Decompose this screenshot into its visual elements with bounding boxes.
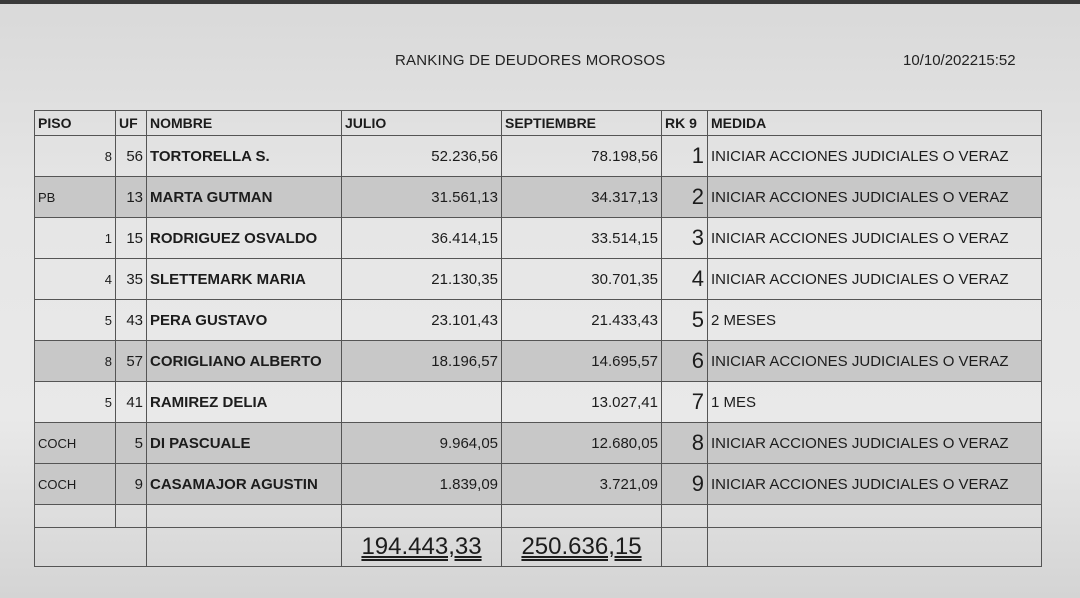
cell-rank: 6	[661, 340, 708, 382]
header-rk: RK 9	[661, 110, 708, 136]
cell-septiembre: 14.695,57	[501, 340, 662, 382]
empty-cell	[146, 527, 342, 567]
cell-uf: 15	[115, 217, 147, 259]
empty-row	[34, 504, 1042, 528]
table-row: COCH 5 DI PASCUALE 9.964,05 12.680,05 8 …	[34, 422, 1042, 464]
cell-septiembre: 78.198,56	[501, 135, 662, 177]
cell-piso: COCH	[34, 422, 116, 464]
cell-medida: INICIAR ACCIONES JUDICIALES O VERAZ	[707, 135, 1042, 177]
table-row: 8 56 TORTORELLA S. 52.236,56 78.198,56 1…	[34, 135, 1042, 177]
cell-piso: 5	[34, 299, 116, 341]
header-uf: UF	[115, 110, 147, 136]
cell-nombre: CORIGLIANO ALBERTO	[146, 340, 342, 382]
table-row: COCH 9 CASAMAJOR AGUSTIN 1.839,09 3.721,…	[34, 463, 1042, 505]
header-piso: PISO	[34, 110, 116, 136]
cell-julio: 21.130,35	[341, 258, 502, 300]
cell-medida: INICIAR ACCIONES JUDICIALES O VERAZ	[707, 422, 1042, 464]
cell-septiembre: 12.680,05	[501, 422, 662, 464]
cell-septiembre: 30.701,35	[501, 258, 662, 300]
cell-uf: 13	[115, 176, 147, 218]
cell-julio: 31.561,13	[341, 176, 502, 218]
cell-rank: 4	[661, 258, 708, 300]
empty-cell	[661, 504, 708, 528]
cell-julio: 18.196,57	[341, 340, 502, 382]
header-medida: MEDIDA	[707, 110, 1042, 136]
debtors-table: PISO UF NOMBRE JULIO SEPTIEMBRE RK 9 MED…	[34, 110, 1042, 567]
cell-nombre: CASAMAJOR AGUSTIN	[146, 463, 342, 505]
totals-row: 194.443,33 250.636,15	[34, 527, 1042, 567]
cell-nombre: DI PASCUALE	[146, 422, 342, 464]
cell-nombre: TORTORELLA S.	[146, 135, 342, 177]
cell-julio: 36.414,15	[341, 217, 502, 259]
cell-septiembre: 3.721,09	[501, 463, 662, 505]
cell-nombre: MARTA GUTMAN	[146, 176, 342, 218]
cell-septiembre: 34.317,13	[501, 176, 662, 218]
cell-uf: 56	[115, 135, 147, 177]
header-nombre: NOMBRE	[146, 110, 342, 136]
cell-rank: 2	[661, 176, 708, 218]
empty-cell	[707, 504, 1042, 528]
header-julio: JULIO	[341, 110, 502, 136]
empty-cell	[34, 504, 116, 528]
table-row: 8 57 CORIGLIANO ALBERTO 18.196,57 14.695…	[34, 340, 1042, 382]
table-row: 5 41 RAMIREZ DELIA 13.027,41 7 1 MES	[34, 381, 1042, 423]
cell-septiembre: 13.027,41	[501, 381, 662, 423]
cell-medida: INICIAR ACCIONES JUDICIALES O VERAZ	[707, 217, 1042, 259]
cell-medida: INICIAR ACCIONES JUDICIALES O VERAZ	[707, 176, 1042, 218]
report-title: RANKING DE DEUDORES MOROSOS	[395, 52, 666, 69]
cell-julio: 52.236,56	[341, 135, 502, 177]
empty-cell	[661, 527, 708, 567]
cell-uf: 5	[115, 422, 147, 464]
cell-piso: 1	[34, 217, 116, 259]
empty-cell	[146, 504, 342, 528]
photo-top-edge	[0, 0, 1080, 4]
cell-julio: 1.839,09	[341, 463, 502, 505]
cell-rank: 7	[661, 381, 708, 423]
cell-rank: 8	[661, 422, 708, 464]
total-julio: 194.443,33	[341, 527, 502, 567]
cell-nombre: RODRIGUEZ OSVALDO	[146, 217, 342, 259]
cell-uf: 41	[115, 381, 147, 423]
table-row: PB 13 MARTA GUTMAN 31.561,13 34.317,13 2…	[34, 176, 1042, 218]
cell-medida: INICIAR ACCIONES JUDICIALES O VERAZ	[707, 463, 1042, 505]
header-row: PISO UF NOMBRE JULIO SEPTIEMBRE RK 9 MED…	[34, 110, 1042, 136]
cell-rank: 5	[661, 299, 708, 341]
cell-piso: 8	[34, 340, 116, 382]
cell-nombre: RAMIREZ DELIA	[146, 381, 342, 423]
table-row: 4 35 SLETTEMARK MARIA 21.130,35 30.701,3…	[34, 258, 1042, 300]
cell-uf: 57	[115, 340, 147, 382]
report-timestamp: 10/10/202215:52	[903, 52, 1016, 69]
empty-cell	[501, 504, 662, 528]
cell-uf: 9	[115, 463, 147, 505]
cell-medida: INICIAR ACCIONES JUDICIALES O VERAZ	[707, 258, 1042, 300]
cell-medida: INICIAR ACCIONES JUDICIALES O VERAZ	[707, 340, 1042, 382]
cell-julio: 9.964,05	[341, 422, 502, 464]
empty-cell	[115, 504, 147, 528]
cell-julio	[341, 381, 502, 423]
total-septiembre: 250.636,15	[501, 527, 662, 567]
table-row: 5 43 PERA GUSTAVO 23.101,43 21.433,43 5 …	[34, 299, 1042, 341]
cell-rank: 1	[661, 135, 708, 177]
cell-piso: PB	[34, 176, 116, 218]
cell-rank: 3	[661, 217, 708, 259]
empty-cell	[707, 527, 1042, 567]
cell-piso: 4	[34, 258, 116, 300]
cell-julio: 23.101,43	[341, 299, 502, 341]
cell-medida: 2 MESES	[707, 299, 1042, 341]
cell-uf: 43	[115, 299, 147, 341]
cell-rank: 9	[661, 463, 708, 505]
empty-cell	[34, 527, 147, 567]
empty-cell	[341, 504, 502, 528]
cell-septiembre: 21.433,43	[501, 299, 662, 341]
cell-nombre: SLETTEMARK MARIA	[146, 258, 342, 300]
header-septiembre: SEPTIEMBRE	[501, 110, 662, 136]
cell-nombre: PERA GUSTAVO	[146, 299, 342, 341]
table-row: 1 15 RODRIGUEZ OSVALDO 36.414,15 33.514,…	[34, 217, 1042, 259]
cell-piso: 8	[34, 135, 116, 177]
cell-uf: 35	[115, 258, 147, 300]
cell-piso: 5	[34, 381, 116, 423]
cell-piso: COCH	[34, 463, 116, 505]
cell-septiembre: 33.514,15	[501, 217, 662, 259]
cell-medida: 1 MES	[707, 381, 1042, 423]
